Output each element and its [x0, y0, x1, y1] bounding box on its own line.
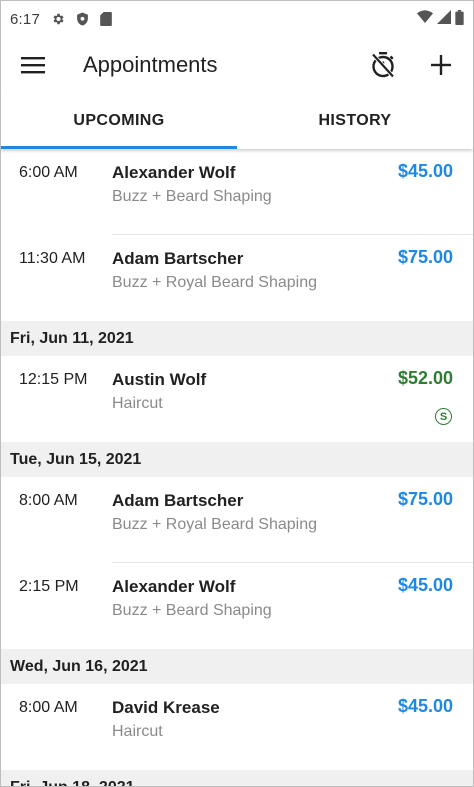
tab-history[interactable]: HISTORY: [237, 93, 473, 149]
date-section-header: Fri, Jun 11, 2021: [1, 321, 473, 356]
appointment-row[interactable]: 11:30 AM Adam Bartscher Buzz + Royal Bea…: [1, 235, 473, 321]
appointment-list: 6:00 AM Alexander Wolf Buzz + Beard Shap…: [1, 149, 473, 786]
status-bar: 6:17: [1, 1, 473, 37]
wifi-icon: [417, 10, 433, 28]
service-name: Buzz + Beard Shaping: [112, 188, 272, 205]
shield-icon: [74, 11, 90, 27]
service-name: Haircut: [112, 395, 163, 412]
appointment-price: $45.00: [397, 161, 453, 181]
service-name: Haircut: [112, 723, 163, 740]
settings-gear-icon: [50, 11, 66, 27]
appointment-time: 2:15 PM: [19, 578, 79, 595]
appointment-row[interactable]: 8:00 AM David Krease Haircut $45.00: [1, 684, 473, 770]
cell-signal-icon: [437, 10, 451, 28]
appointment-price: $45.00: [397, 575, 453, 595]
menu-icon[interactable]: [17, 49, 49, 81]
sd-card-icon: [98, 11, 114, 27]
appointment-time: 8:00 AM: [19, 492, 78, 509]
appointment-row[interactable]: 8:00 AM Adam Bartscher Buzz + Royal Bear…: [1, 477, 473, 563]
date-section-header: Fri, Jun 18, 2021: [1, 770, 473, 786]
battery-icon: [455, 9, 464, 29]
add-icon[interactable]: [425, 49, 457, 81]
appointment-time: 8:00 AM: [19, 699, 78, 716]
appointment-row[interactable]: 6:00 AM Alexander Wolf Buzz + Beard Shap…: [1, 149, 473, 235]
appointment-price: $75.00: [397, 489, 453, 509]
appointment-time: 11:30 AM: [19, 250, 86, 267]
appointment-time: 12:15 PM: [19, 371, 88, 388]
tab-upcoming[interactable]: UPCOMING: [1, 93, 237, 149]
appointment-time: 6:00 AM: [19, 164, 78, 181]
app-screen: 6:17 Appointments UPCOMING HISTORY 6:00 …: [0, 0, 474, 787]
app-bar: Appointments: [1, 37, 473, 93]
appointment-price: $45.00: [397, 696, 453, 716]
page-title: Appointments: [83, 52, 218, 77]
appointment-price: $75.00: [397, 247, 453, 267]
status-time: 6:17: [10, 10, 40, 28]
date-section-header: Wed, Jun 16, 2021: [1, 649, 473, 684]
paid-status-icon: S: [435, 408, 452, 425]
appointment-row[interactable]: 12:15 PM Austin Wolf Haircut $52.00 S: [1, 356, 473, 442]
date-section-header: Tue, Jun 15, 2021: [1, 442, 473, 477]
service-name: Buzz + Royal Beard Shaping: [112, 516, 318, 533]
appointment-row[interactable]: 2:15 PM Alexander Wolf Buzz + Beard Shap…: [1, 563, 473, 649]
timer-off-icon[interactable]: [367, 49, 399, 81]
tab-bar: UPCOMING HISTORY: [1, 93, 473, 149]
service-name: Buzz + Beard Shaping: [112, 602, 272, 619]
service-name: Buzz + Royal Beard Shaping: [112, 274, 318, 291]
appointment-price-paid: $52.00: [397, 368, 453, 388]
